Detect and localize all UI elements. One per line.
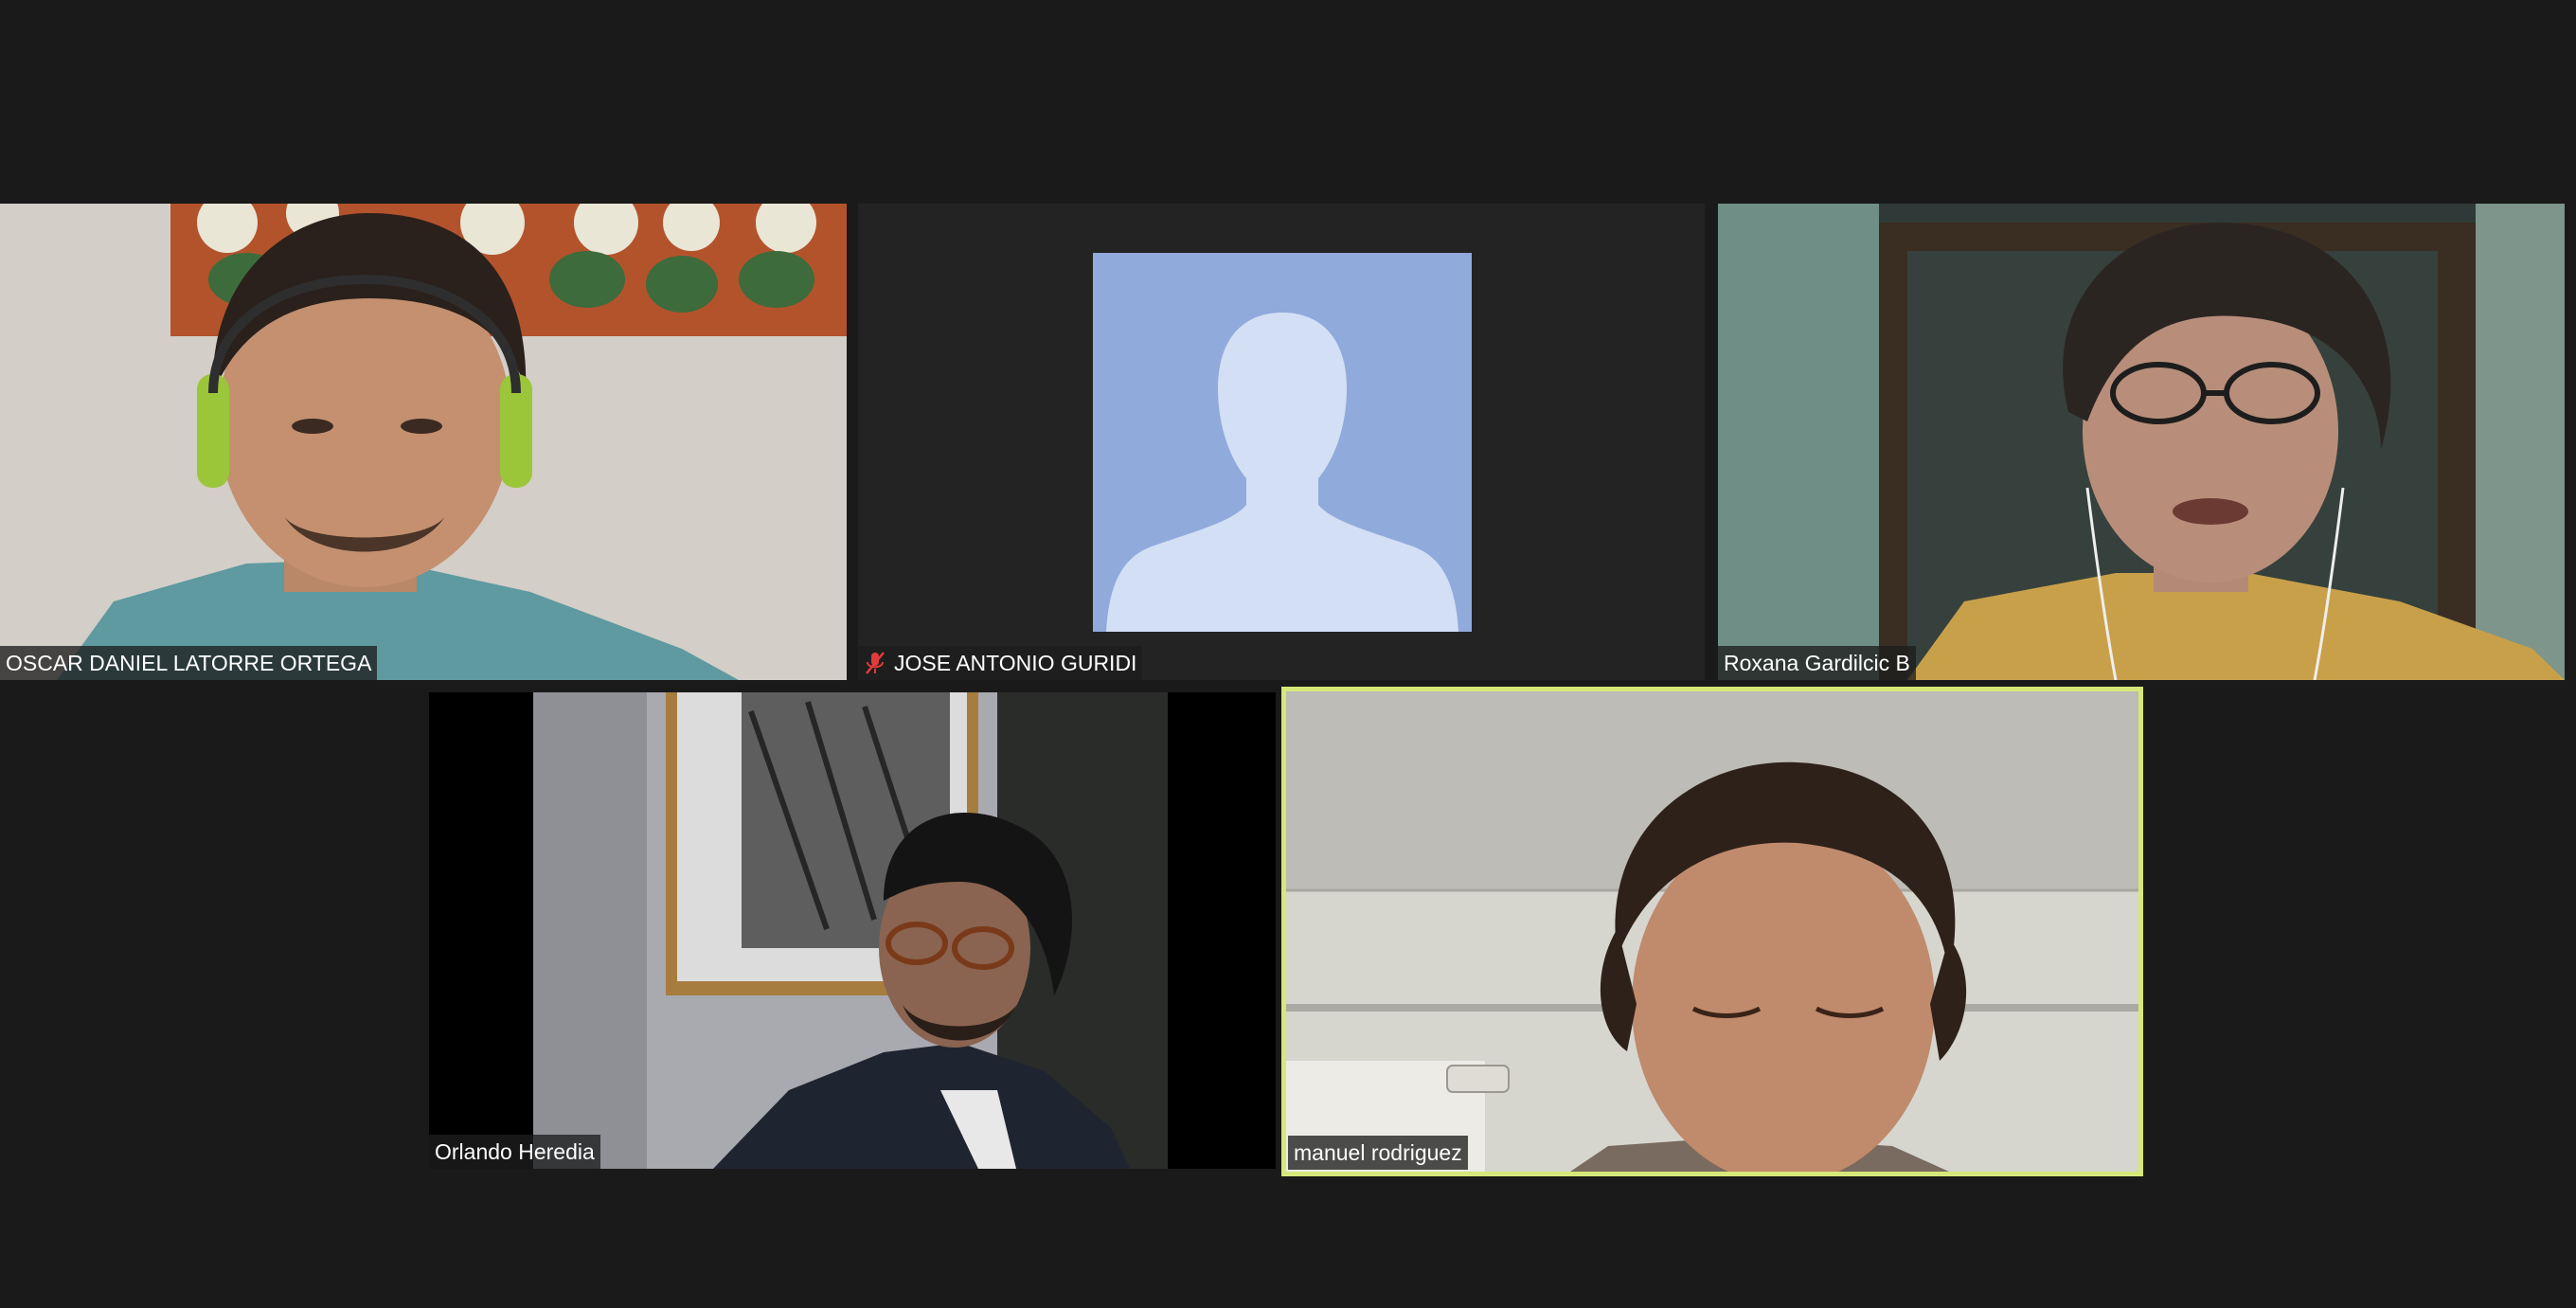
participant-name: manuel rodriguez <box>1294 1140 1462 1165</box>
video-tile-oscar[interactable]: OSCAR DANIEL LATORRE ORTEGA <box>0 204 847 680</box>
video-feed <box>0 204 847 680</box>
participant-name-tag: Roxana Gardilcic B <box>1718 646 1916 680</box>
video-feed <box>429 692 1276 1169</box>
participant-name-tag: JOSE ANTONIO GURIDI <box>858 646 1143 680</box>
video-feed <box>1718 204 2565 680</box>
participant-name-tag: OSCAR DANIEL LATORRE ORTEGA <box>0 646 378 680</box>
participant-name-tag: manuel rodriguez <box>1288 1136 1468 1170</box>
video-tile-manuel-active-speaker[interactable]: manuel rodriguez <box>1281 687 2143 1176</box>
video-tile-roxana[interactable]: Roxana Gardilcic B <box>1718 204 2565 680</box>
participant-name: Roxana Gardilcic B <box>1724 651 1910 675</box>
default-avatar-icon <box>858 204 1705 680</box>
participant-name: JOSE ANTONIO GURIDI <box>894 651 1137 675</box>
participant-name: Orlando Heredia <box>435 1139 595 1164</box>
mic-muted-icon <box>866 652 885 674</box>
video-tile-jose[interactable]: JOSE ANTONIO GURIDI <box>858 204 1705 680</box>
video-tile-orlando[interactable]: Orlando Heredia <box>429 692 1276 1169</box>
participant-name: OSCAR DANIEL LATORRE ORTEGA <box>6 651 372 675</box>
gallery-view: OSCAR DANIEL LATORRE ORTEGA JOSE ANTONIO… <box>0 0 2576 1308</box>
video-feed <box>1286 691 2138 1172</box>
participant-name-tag: Orlando Heredia <box>429 1135 600 1169</box>
